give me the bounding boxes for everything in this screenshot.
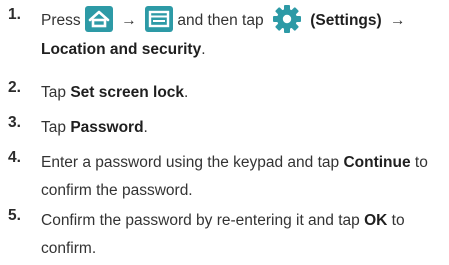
step-line: Press → and then tap (Settings) → (41, 4, 441, 36)
step-body: Press → and then tap (Settings) → Locati… (41, 4, 441, 64)
step-line: Tap Set screen lock. (41, 79, 441, 107)
home-key-icon (84, 6, 113, 32)
step-text: Confirm the password by re-entering it a… (41, 212, 360, 229)
menu-key-icon (145, 6, 174, 32)
location-security-label: Location and security (41, 41, 202, 58)
step-body: Confirm the password by re-entering it a… (41, 207, 441, 263)
step-line: Confirm the password by re-entering it a… (41, 207, 441, 235)
step-number: 5. (8, 207, 21, 224)
step-line: Enter a password using the keypad and ta… (41, 149, 441, 177)
step-number: 3. (8, 114, 21, 131)
settings-gear-icon (272, 4, 302, 34)
press-text: Press (41, 12, 81, 30)
step-text: to (391, 212, 405, 229)
step-number: 2. (8, 79, 21, 96)
step-line: Location and security. (41, 36, 441, 64)
step-line: confirm the password. (41, 182, 193, 199)
continue-label: Continue (343, 154, 411, 171)
step-body: Enter a password using the keypad and ta… (41, 149, 441, 205)
step-body: Tap Set screen lock. (41, 79, 441, 107)
arrow-glyph: → (121, 12, 137, 30)
step-number: 4. (8, 149, 21, 166)
arrow-glyph: → (389, 12, 406, 30)
instruction-list: 1. Press → and then tap (Settings) → Loc… (0, 0, 449, 265)
tap-text: Tap (41, 119, 66, 136)
step-text: Enter a password using the keypad and ta… (41, 154, 340, 171)
then-tap-text: and then tap (177, 12, 264, 30)
step-body: Tap Password. (41, 114, 441, 142)
period: . (184, 84, 189, 101)
step-text: to (414, 154, 428, 171)
settings-label: (Settings) (310, 12, 382, 30)
tap-text: Tap (41, 84, 66, 101)
step-number: 1. (8, 6, 21, 23)
period: . (143, 119, 148, 136)
ok-label: OK (364, 212, 388, 229)
period: . (201, 41, 206, 58)
step-line: confirm. (41, 240, 97, 257)
password-label: Password (70, 119, 144, 136)
set-screen-lock-label: Set screen lock (70, 84, 185, 101)
step-line: Tap Password. (41, 114, 441, 142)
